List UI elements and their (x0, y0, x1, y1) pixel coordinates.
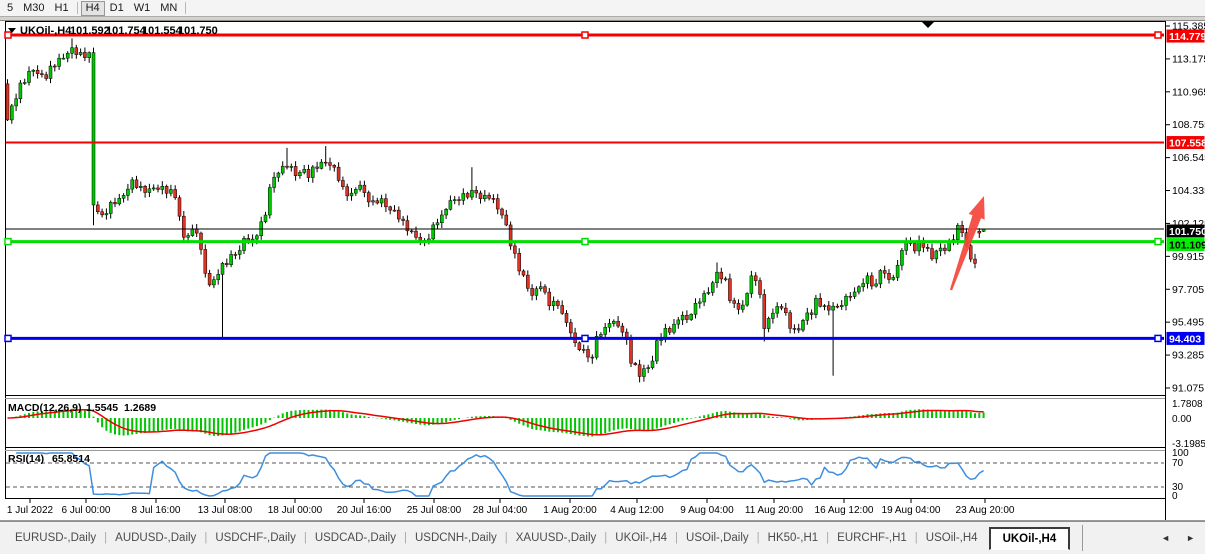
chart-tab-audusddaily[interactable]: AUDUSD-,Daily (108, 530, 203, 546)
axis-badge-101.750: 101.750 (1167, 225, 1205, 239)
chart-ohlc-low: 101.554 (142, 25, 183, 37)
trend-arrow-annotation[interactable] (950, 196, 985, 290)
price-tick-label: 106.545 (1172, 152, 1205, 164)
line-handle[interactable] (582, 239, 588, 245)
macd-axis-max: 1.7808 (1172, 399, 1203, 410)
time-tick-label: 20 Jul 16:00 (337, 505, 392, 516)
chart-tab-usoildaily[interactable]: USOil-,Daily (679, 530, 756, 546)
rsi-label: RSI(14) (8, 453, 44, 465)
axis-badge-114.779: 114.779 (1167, 30, 1205, 43)
axis-badge-label: 114.779 (1169, 31, 1205, 43)
toolbar-separator (77, 2, 78, 14)
axis-badge-101.109: 101.109 (1167, 238, 1205, 252)
chart-tab-usdchfdaily[interactable]: USDCHF-,Daily (208, 530, 303, 546)
chart-ohlc-symbol: UKOil-,H4 (20, 25, 72, 37)
support-line-blue[interactable] (5, 335, 1164, 341)
axis-badge-label: 101.109 (1169, 240, 1205, 252)
time-tick-label: 6 Jul 00:00 (62, 505, 111, 516)
chart-ohlc-high: 101.754 (106, 25, 147, 37)
chart-frame (0, 17, 1205, 521)
chart-tab-usdcnhdaily[interactable]: USDCNH-,Daily (408, 530, 504, 546)
axis-badge-label: 101.750 (1169, 226, 1205, 238)
tab-scroll-left-icon[interactable]: ◄ (1161, 533, 1170, 543)
time-tick-label: 9 Aug 04:00 (680, 505, 734, 516)
price-tick-label: 93.285 (1172, 350, 1204, 362)
time-tick-label: 11 Aug 20:00 (745, 505, 804, 516)
price-tick-label: 97.705 (1172, 284, 1204, 296)
horizontal-lines (5, 32, 1164, 341)
rsi-value: 65.8514 (52, 453, 90, 465)
chart-tab-usdcaddaily[interactable]: USDCAD-,Daily (308, 530, 403, 546)
line-handle[interactable] (582, 335, 588, 341)
macd-axis-zero: 0.00 (1172, 414, 1192, 425)
period-button-h1[interactable]: H1 (50, 1, 74, 16)
line-handle[interactable] (5, 32, 11, 38)
line-handle[interactable] (5, 239, 11, 245)
macd-label: MACD(12,26,9) (8, 402, 82, 414)
support-line-green[interactable] (5, 239, 1164, 245)
price-tick-label: 108.755 (1172, 119, 1205, 131)
time-tick-label: 13 Jul 08:00 (198, 505, 253, 516)
rsi-axis-label: 0 (1172, 491, 1178, 502)
time-tick-label: 23 Aug 20:00 (956, 505, 1015, 516)
chart-tab-ukoilh4[interactable]: UKOil-,H4 (608, 530, 674, 546)
tab-scroll-right-icon[interactable]: ► (1186, 533, 1195, 543)
tab-scroll-nav: ◄► (1161, 533, 1205, 543)
macd-value-main: 1.5545 (86, 402, 118, 414)
axis-badge-label: 107.558 (1169, 138, 1205, 150)
time-tick-label: 4 Aug 12:00 (610, 505, 664, 516)
rsi-panel (6, 453, 1164, 496)
chart-ohlc-close: 101.750 (178, 25, 218, 37)
price-tick-label: 91.075 (1172, 382, 1204, 394)
period-button-w1[interactable]: W1 (129, 1, 156, 16)
axis-badge-107.558: 107.558 (1167, 136, 1205, 150)
time-tick-label: 1 Aug 20:00 (543, 505, 597, 516)
time-tick-label: 8 Jul 16:00 (132, 505, 181, 516)
line-handle[interactable] (1155, 32, 1161, 38)
period-button-m30[interactable]: M30 (18, 1, 49, 16)
rsi-line (16, 453, 984, 496)
price-tick-label: 99.915 (1172, 251, 1204, 263)
time-tick-label: 18 Jul 00:00 (268, 505, 323, 516)
line-handle[interactable] (1155, 239, 1161, 245)
axis-badge-label: 94.403 (1169, 333, 1201, 345)
price-tick-label: 95.495 (1172, 317, 1204, 329)
chart-canvas: 115.385113.175110.965108.755106.545104.3… (0, 0, 1205, 521)
period-button-h4[interactable]: H4 (81, 1, 105, 16)
period-button-5[interactable]: 5 (2, 1, 18, 16)
chart-shift-marker[interactable] (922, 22, 934, 28)
chart-ohlc-open: 101.592 (70, 25, 110, 37)
period-button-d1[interactable]: D1 (105, 1, 129, 16)
time-tick-label: 16 Aug 12:00 (815, 505, 874, 516)
rsi-axis-label: 70 (1172, 458, 1184, 469)
chart-tab-eurchfh1[interactable]: EURCHF-,H1 (830, 530, 914, 546)
time-tick-label: 28 Jul 04:00 (473, 505, 528, 516)
chart-tab-bar: EURUSD-,Daily|AUDUSD-,Daily|USDCHF-,Dail… (0, 521, 1205, 554)
price-tick-label: 113.175 (1172, 53, 1205, 65)
chart-tab-eurusddaily[interactable]: EURUSD-,Daily (8, 530, 103, 546)
mt4-window: 5M30H1H4D1W1MN 115.385113.175110.965108.… (0, 0, 1205, 554)
chart-tab-hk50h1[interactable]: HK50-,H1 (761, 530, 826, 546)
toolbar-separator (185, 2, 186, 14)
tabbar-divider (1082, 525, 1083, 551)
chart-tab-xauusddaily[interactable]: XAUUSD-,Daily (509, 530, 604, 546)
time-tick-label: 25 Jul 08:00 (407, 505, 462, 516)
time-tick-label: 19 Aug 04:00 (882, 505, 941, 516)
chart-tab-usoilh4[interactable]: USOil-,H4 (919, 530, 985, 546)
time-axis: 1 Jul 2022 6 Jul 00:00 8 Jul 16:00 13 Jul 0… (7, 499, 1015, 516)
line-handle[interactable] (582, 32, 588, 38)
candlestick-series (6, 38, 985, 382)
line-handle[interactable] (1155, 335, 1161, 341)
macd-value-signal: 1.2689 (124, 402, 156, 414)
axis-badge-94.403: 94.403 (1167, 332, 1205, 346)
time-tick-label: 1 Jul 2022 (7, 505, 54, 516)
line-handle[interactable] (5, 335, 11, 341)
timeframe-toolbar: 5M30H1 H4D1W1MN (0, 0, 1205, 17)
price-axis: 115.385113.175110.965108.755106.545104.3… (1166, 21, 1205, 503)
price-tick-label: 110.965 (1172, 86, 1205, 98)
chart-tab-ukoilh4-active[interactable]: UKOil-,H4 (989, 527, 1071, 550)
price-tick-label: 104.335 (1172, 185, 1205, 197)
period-button-mn[interactable]: MN (155, 1, 182, 16)
